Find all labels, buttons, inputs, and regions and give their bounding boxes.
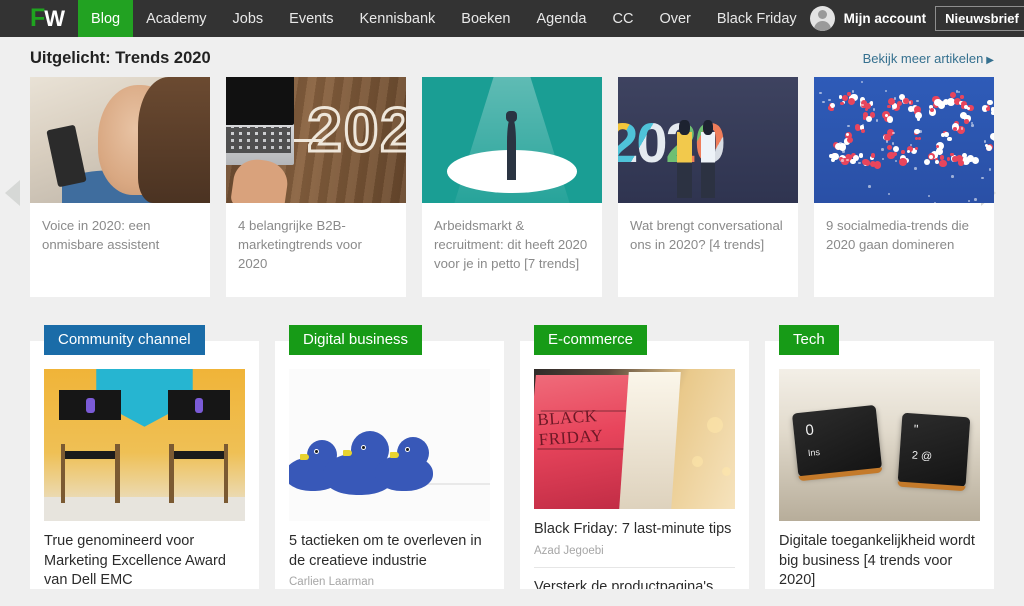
- nav-item-cc[interactable]: CC: [599, 0, 646, 37]
- slide-title: Arbeidsmarkt & recruitment: dit heeft 20…: [422, 203, 602, 283]
- bag-image-text: BLACK FRIDAY: [537, 406, 604, 450]
- category-columns: Community channel True genomineerd voor …: [0, 325, 1024, 589]
- key-label-ins: Ins: [807, 446, 820, 457]
- chevron-right-icon: ▶: [986, 55, 994, 66]
- article-title[interactable]: 5 tactieken om te overleven in de creati…: [289, 532, 490, 571]
- nav-item-label: Academy: [146, 11, 206, 27]
- category-card: True genomineerd voor Marketing Excellen…: [30, 341, 259, 589]
- carousel-track: Voice in 2020: een onmisbare assistent 2…: [0, 77, 1024, 297]
- article-thumbnail-black-friday-bag: BLACK FRIDAY: [534, 369, 735, 509]
- slide-title: Voice in 2020: een onmisbare assistent: [30, 203, 210, 264]
- category-card: 5 tactieken om te overleven in de creati…: [275, 341, 504, 589]
- nav-item-label: Events: [289, 11, 333, 27]
- more-articles-label: Bekijk meer artikelen: [863, 51, 984, 66]
- carousel-slide[interactable]: Arbeidsmarkt & recruitment: dit heeft 20…: [422, 77, 602, 297]
- category-column-digital-business: Digital business 5 tactieken om te overl…: [275, 325, 504, 589]
- slide-thumbnail-laptop-2020: 202: [226, 77, 406, 203]
- my-account-link[interactable]: Mijn account: [844, 11, 927, 26]
- category-tag-e-commerce[interactable]: E-commerce: [534, 325, 647, 355]
- slide-image-text: 202: [307, 95, 406, 166]
- carousel-slide[interactable]: Voice in 2020: een onmisbare assistent: [30, 77, 210, 297]
- category-tag-community-channel[interactable]: Community channel: [44, 325, 205, 355]
- nav-item-label: Boeken: [461, 11, 510, 27]
- nav-item-boeken[interactable]: Boeken: [448, 0, 523, 37]
- carousel-slide[interactable]: 202 4 belangrijke B2B-marketingtrends vo…: [226, 77, 406, 297]
- slide-thumbnail-colorful-2020: 2020: [618, 77, 798, 203]
- more-articles-link[interactable]: Bekijk meer artikelen▶: [863, 51, 994, 66]
- category-column-community-channel: Community channel True genomineerd voor …: [30, 325, 259, 589]
- featured-carousel: Voice in 2020: een onmisbare assistent 2…: [0, 77, 1024, 325]
- carousel-slide[interactable]: 9 socialmedia-trends die 2020 gaan domin…: [814, 77, 994, 297]
- nav-item-label: Jobs: [233, 11, 264, 27]
- user-avatar-icon[interactable]: [810, 6, 835, 31]
- nav-item-label: Agenda: [536, 11, 586, 27]
- nav-item-kennisbank[interactable]: Kennisbank: [347, 0, 449, 37]
- nav-item-over[interactable]: Over: [646, 0, 703, 37]
- article-title[interactable]: Black Friday: 7 last-minute tips: [534, 520, 735, 540]
- nav-right-group: Mijn account Nieuwsbrief: [810, 0, 1024, 37]
- site-logo[interactable]: FW: [0, 0, 78, 37]
- nav-item-black-friday[interactable]: Black Friday: [704, 0, 810, 37]
- logo-letter-f: F: [30, 6, 44, 31]
- article-title-secondary[interactable]: Versterk de productpagina's: [534, 578, 735, 589]
- divider: [534, 567, 735, 568]
- article-thumbnail-director-chairs: [44, 369, 245, 521]
- carousel-slide[interactable]: 2020 Wat brengt conversational ons in 20…: [618, 77, 798, 297]
- article-title[interactable]: Digitale toegankelijkheid wordt big busi…: [779, 532, 980, 589]
- logo-letter-w: W: [44, 8, 64, 30]
- category-column-e-commerce: E-commerce BLACK FRIDAY Black Friday: 7 …: [520, 325, 749, 589]
- nav-item-label: Black Friday: [717, 11, 797, 27]
- category-card: 0 Ins " 2 @ Digitale toegankelijkheid wo…: [765, 341, 994, 589]
- article-byline: Azad Jegoebi: [534, 545, 735, 557]
- slide-thumbnail-voice-assistant: [30, 77, 210, 203]
- slide-title: 4 belangrijke B2B-marketingtrends voor 2…: [226, 203, 406, 283]
- nav-item-label: Kennisbank: [360, 11, 436, 27]
- nav-item-label: Blog: [91, 11, 120, 27]
- nav-item-academy[interactable]: Academy: [133, 0, 219, 37]
- slide-thumbnail-social-hearts-2020: [814, 77, 994, 203]
- article-title[interactable]: True genomineerd voor Marketing Excellen…: [44, 532, 245, 589]
- nav-item-events[interactable]: Events: [276, 0, 346, 37]
- article-byline: Carlien Laarman: [289, 576, 490, 588]
- nav-item-label: Over: [659, 11, 690, 27]
- key-label-quote: ": [913, 422, 919, 437]
- article-thumbnail-rubber-ducks: [289, 369, 490, 521]
- key-label-zero: 0: [805, 421, 815, 439]
- category-card: BLACK FRIDAY Black Friday: 7 last-minute…: [520, 341, 749, 589]
- slide-thumbnail-spotlight-person: [422, 77, 602, 203]
- nav-item-jobs[interactable]: Jobs: [220, 0, 277, 37]
- featured-title: Uitgelicht: Trends 2020: [30, 49, 211, 68]
- slide-title: Wat brengt conversational ons in 2020? […: [618, 203, 798, 264]
- nav-item-agenda[interactable]: Agenda: [523, 0, 599, 37]
- featured-header: Uitgelicht: Trends 2020 Bekijk meer arti…: [0, 37, 1024, 77]
- carousel-prev-arrow-icon[interactable]: [5, 180, 20, 206]
- category-tag-digital-business[interactable]: Digital business: [289, 325, 422, 355]
- top-navigation-bar: FW Blog Academy Jobs Events Kennisbank B…: [0, 0, 1024, 37]
- category-tag-tech[interactable]: Tech: [779, 325, 839, 355]
- key-label-two-at: 2 @: [911, 449, 932, 462]
- category-column-tech: Tech 0 Ins " 2 @ Digitale toegankelijkhe…: [765, 325, 994, 589]
- nav-item-label: CC: [612, 11, 633, 27]
- slide-title: 9 socialmedia-trends die 2020 gaan domin…: [814, 203, 994, 264]
- newsletter-button[interactable]: Nieuwsbrief: [935, 6, 1024, 31]
- nav-item-blog[interactable]: Blog: [78, 0, 133, 37]
- article-thumbnail-keyboard-keys: 0 Ins " 2 @: [779, 369, 980, 521]
